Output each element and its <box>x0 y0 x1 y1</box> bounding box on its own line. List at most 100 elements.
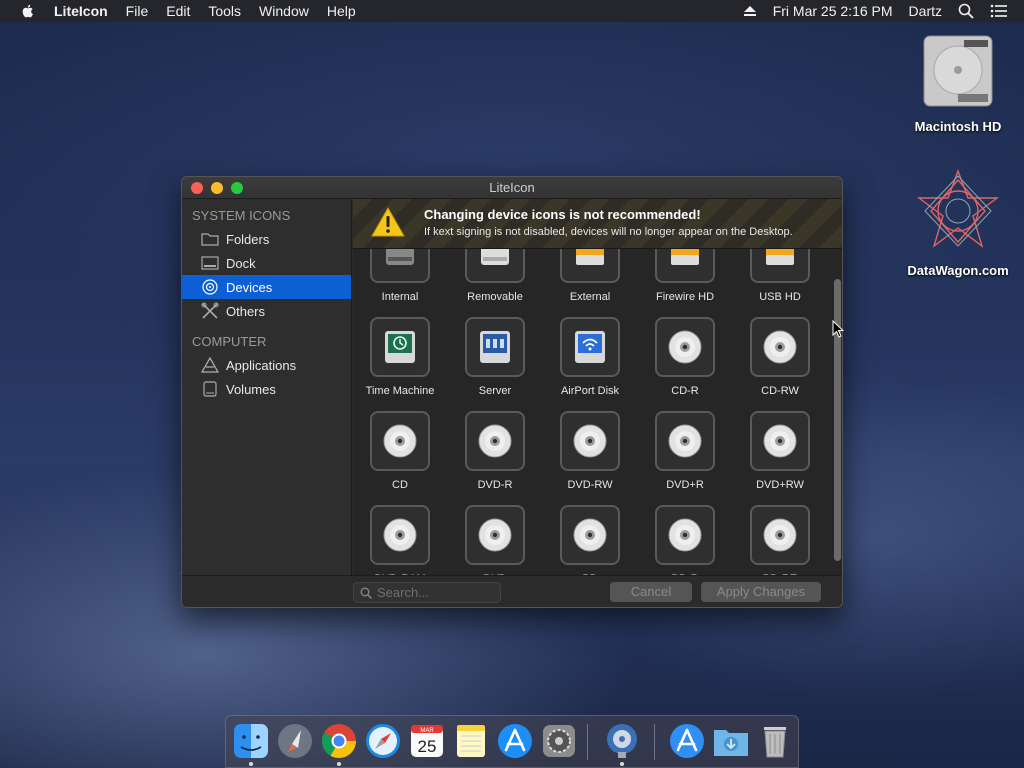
sidebar-item-volumes[interactable]: Volumes <box>182 377 351 401</box>
device-icon-well[interactable] <box>750 505 810 565</box>
menu-bar: LiteIcon File Edit Tools Window Help Fri… <box>0 0 1024 22</box>
device-icon-cell[interactable]: Removable <box>450 249 540 303</box>
device-icon-well[interactable] <box>560 505 620 565</box>
liteicon-window: LiteIcon SYSTEM ICONS Folders Dock Devic… <box>181 176 843 608</box>
device-icon-well[interactable] <box>465 249 525 283</box>
disc-icon <box>763 330 797 364</box>
notification-center-icon[interactable] <box>990 4 1008 18</box>
sidebar-item-label: Applications <box>226 357 297 373</box>
device-label: DVD+RW <box>756 479 804 491</box>
search-field[interactable] <box>353 582 501 603</box>
apply-changes-button[interactable]: Apply Changes <box>701 582 821 602</box>
device-icon-cell[interactable]: DVD <box>450 505 540 577</box>
sidebar-item-dock[interactable]: Dock <box>182 251 351 275</box>
minimize-window-button[interactable] <box>211 182 223 194</box>
zoom-window-button[interactable] <box>231 182 243 194</box>
device-icon-well[interactable] <box>750 411 810 471</box>
device-icon-cell[interactable]: BD <box>545 505 635 577</box>
device-icon-well[interactable] <box>370 505 430 565</box>
device-label: Server <box>478 385 512 397</box>
window-titlebar[interactable]: LiteIcon <box>182 177 842 199</box>
menubar-user[interactable]: Dartz <box>909 3 942 19</box>
disc-icon <box>573 518 607 552</box>
search-icon <box>360 587 372 599</box>
menu-file[interactable]: File <box>126 3 149 19</box>
device-icon-well[interactable] <box>655 317 715 377</box>
device-icon-cell[interactable]: External <box>545 249 635 303</box>
menu-window[interactable]: Window <box>259 3 309 19</box>
desktop-icon-datawagon[interactable]: DataWagon.com <box>903 168 1013 278</box>
device-icon-well[interactable] <box>370 411 430 471</box>
disc-icon <box>383 518 417 552</box>
finder-icon[interactable] <box>232 722 270 760</box>
eject-icon[interactable] <box>743 5 757 17</box>
system-preferences-icon[interactable] <box>540 722 578 760</box>
device-icon-well[interactable] <box>560 411 620 471</box>
device-icon-well[interactable] <box>655 249 715 283</box>
device-icon-cell[interactable]: Time Machine <box>355 317 445 397</box>
menu-help[interactable]: Help <box>327 3 356 19</box>
calendar-icon[interactable]: MAR 25 <box>408 722 446 760</box>
liteicon-app-icon[interactable] <box>603 722 641 760</box>
tools-icon <box>200 302 220 319</box>
device-icon-well[interactable] <box>560 317 620 377</box>
device-icon-well[interactable] <box>370 317 430 377</box>
device-label: DVD+R <box>666 479 704 491</box>
device-icon-well[interactable] <box>655 411 715 471</box>
device-icon-cell[interactable]: DVD-RW <box>545 411 635 491</box>
device-icon-well[interactable] <box>750 249 810 283</box>
device-icon-cell[interactable]: DVD-R <box>450 411 540 491</box>
geometric-star-icon <box>916 168 1000 248</box>
warning-banner: Changing device icons is not recommended… <box>353 199 842 249</box>
device-icon-cell[interactable]: BD-RE <box>735 505 825 577</box>
device-icon-well[interactable] <box>465 505 525 565</box>
server-icon <box>480 331 510 363</box>
device-icon-cell[interactable]: AirPort Disk <box>545 317 635 397</box>
device-icon-well[interactable] <box>465 317 525 377</box>
device-icon-cell[interactable]: DVD+R <box>640 411 730 491</box>
device-icon-cell[interactable]: Server <box>450 317 540 397</box>
sidebar-item-label: Folders <box>226 231 270 247</box>
desktop-icon-macintosh-hd[interactable]: Macintosh HD <box>903 32 1013 134</box>
device-icon-cell[interactable]: CD <box>355 411 445 491</box>
disc-icon <box>478 518 512 552</box>
sidebar-item-folders[interactable]: Folders <box>182 227 351 251</box>
disc-icon <box>573 424 607 458</box>
device-icon-well[interactable] <box>370 249 430 283</box>
device-icon-cell[interactable]: DVD+RW <box>735 411 825 491</box>
menu-app-name[interactable]: LiteIcon <box>54 3 108 19</box>
launchpad-icon[interactable] <box>276 722 314 760</box>
device-icon-well[interactable] <box>560 249 620 283</box>
trash-icon[interactable] <box>756 722 794 760</box>
device-label: Removable <box>467 291 523 303</box>
menu-edit[interactable]: Edit <box>166 3 190 19</box>
device-icon-well[interactable] <box>465 411 525 471</box>
menubar-clock[interactable]: Fri Mar 25 2:16 PM <box>773 3 893 19</box>
applications-folder-icon[interactable] <box>668 722 706 760</box>
device-icon-cell[interactable]: DVD-RAM <box>355 505 445 577</box>
spotlight-search-icon[interactable] <box>958 3 974 19</box>
app-store-icon[interactable] <box>496 722 534 760</box>
notes-icon[interactable] <box>452 722 490 760</box>
device-icon-well[interactable] <box>750 317 810 377</box>
close-window-button[interactable] <box>191 182 203 194</box>
search-input[interactable] <box>377 585 492 600</box>
device-icon-cell[interactable]: Firewire HD <box>640 249 730 303</box>
menu-tools[interactable]: Tools <box>208 3 241 19</box>
device-icon-cell[interactable]: USB HD <box>735 249 825 303</box>
device-icon-cell[interactable]: BD-R <box>640 505 730 577</box>
device-icon-cell[interactable]: Internal <box>355 249 445 303</box>
internal-drive-icon <box>386 249 414 265</box>
mouse-cursor-icon <box>832 320 844 338</box>
device-icon-well[interactable] <box>655 505 715 565</box>
device-icon-cell[interactable]: CD-RW <box>735 317 825 397</box>
chrome-icon[interactable] <box>320 722 358 760</box>
cancel-button[interactable]: Cancel <box>610 582 692 602</box>
sidebar-item-devices[interactable]: Devices <box>182 275 351 299</box>
apple-menu-icon[interactable] <box>20 3 36 19</box>
safari-icon[interactable] <box>364 722 402 760</box>
downloads-folder-icon[interactable] <box>712 722 750 760</box>
sidebar-item-applications[interactable]: Applications <box>182 353 351 377</box>
sidebar-item-others[interactable]: Others <box>182 299 351 323</box>
device-icon-cell[interactable]: CD-R <box>640 317 730 397</box>
